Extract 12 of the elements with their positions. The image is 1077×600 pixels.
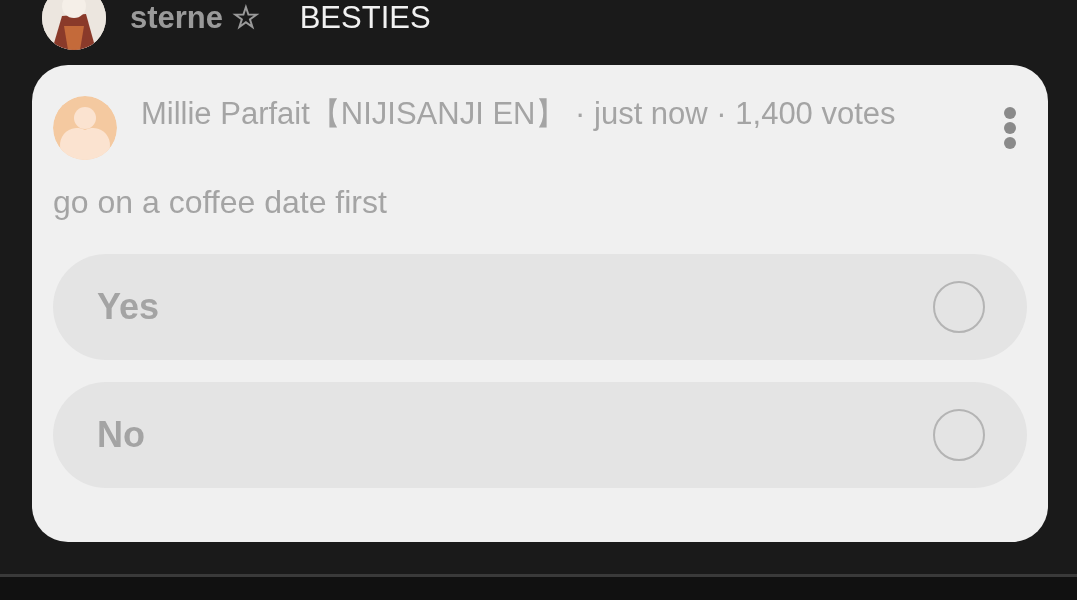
poll-question: go on a coffee date first <box>53 183 388 222</box>
radio-button[interactable] <box>933 281 985 333</box>
poll-option[interactable]: Yes <box>53 254 1027 360</box>
poll-option[interactable]: No <box>53 382 1027 488</box>
user-name: sterne ☆ <box>130 0 260 37</box>
poll-meta: Millie Parfait【NIJISANJI EN】 · just now · 1,400 votes <box>141 95 897 133</box>
more-options-icon[interactable] <box>1003 106 1017 150</box>
option-label: Yes <box>97 285 160 329</box>
option-label: No <box>97 413 145 457</box>
chat-title: BESTIES <box>299 0 431 37</box>
avatar-icon <box>53 96 117 160</box>
radio-button[interactable] <box>933 409 985 461</box>
